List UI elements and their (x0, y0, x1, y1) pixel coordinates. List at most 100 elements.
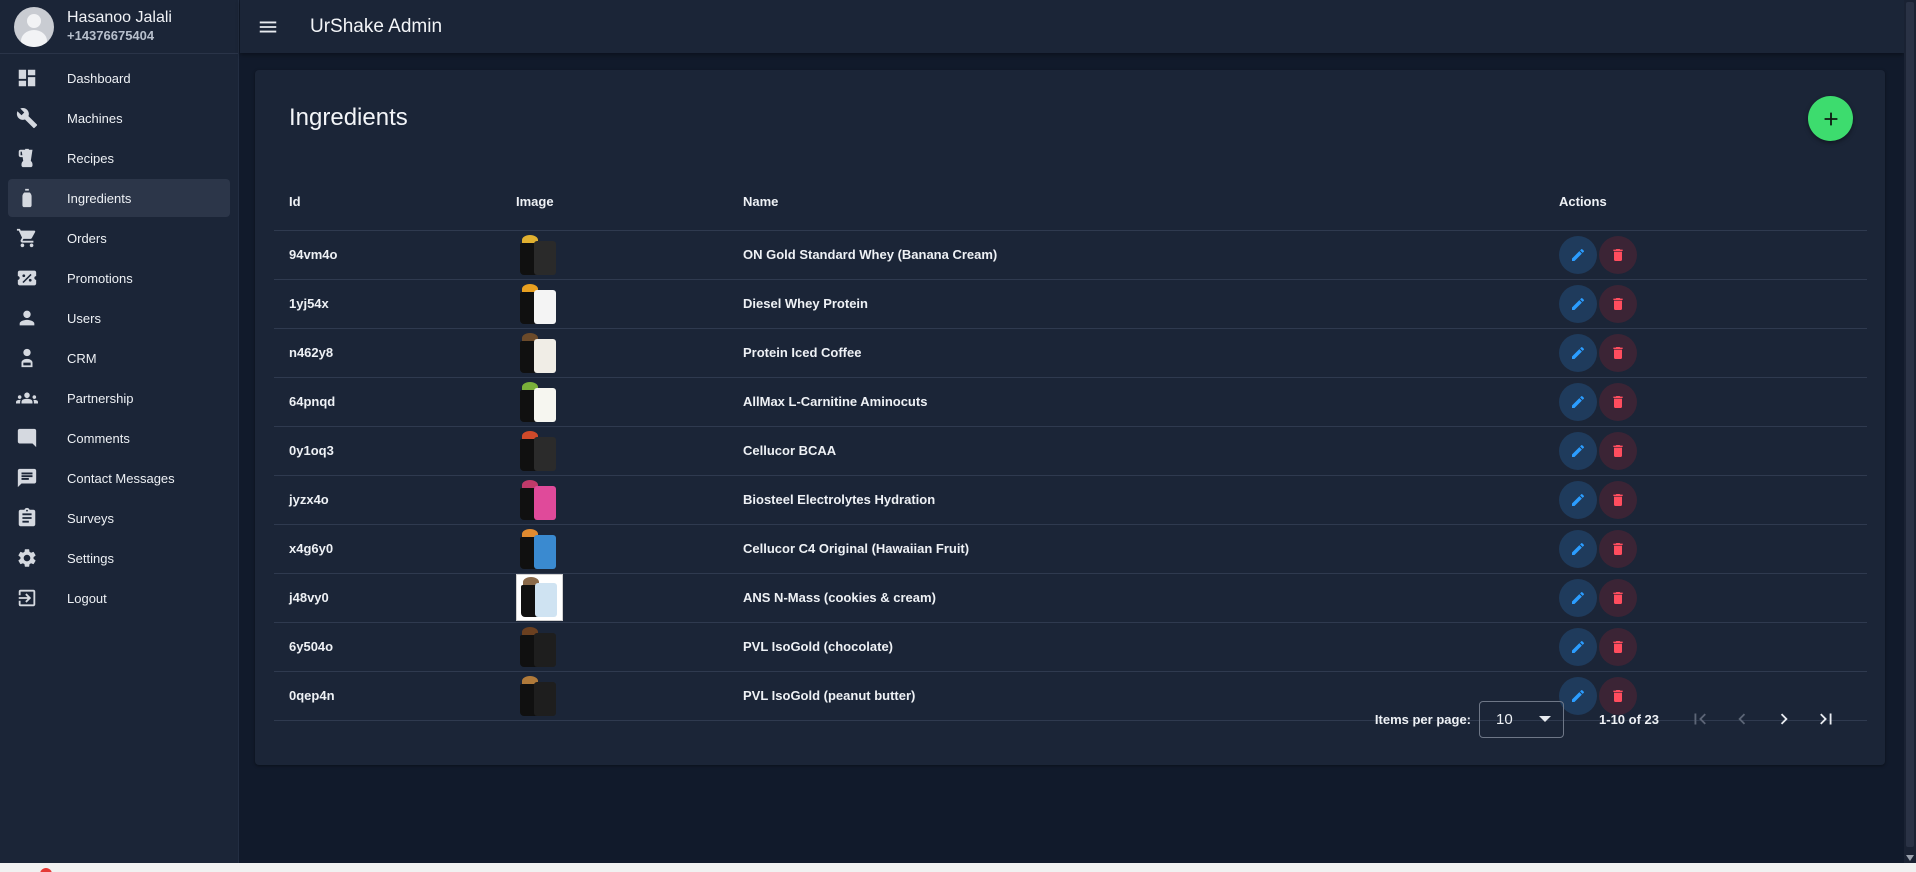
edit-button[interactable] (1559, 431, 1597, 470)
wrench-icon (16, 107, 38, 129)
delete-button[interactable] (1599, 578, 1637, 617)
sidebar-item-comments[interactable]: Comments (8, 419, 230, 457)
cell-name: Diesel Whey Protein (728, 279, 1544, 329)
delete-button[interactable] (1599, 382, 1637, 421)
ingredient-thumbnail (516, 674, 560, 718)
last-page-icon (1820, 713, 1832, 725)
edit-button[interactable] (1559, 382, 1597, 421)
cell-actions (1544, 475, 1867, 525)
previous-page-button[interactable] (1721, 700, 1763, 738)
sidebar-item-contact-messages[interactable]: Contact Messages (8, 459, 230, 497)
person-icon (16, 307, 38, 329)
sidebar-item-ingredients[interactable]: Ingredients (8, 179, 230, 217)
edit-button[interactable] (1559, 333, 1597, 372)
clipboard-icon (16, 507, 38, 529)
sidebar-item-label: Partnership (67, 390, 134, 406)
delete-button[interactable] (1599, 333, 1637, 372)
sidebar-item-surveys[interactable]: Surveys (8, 499, 230, 537)
column-header-image: Image (501, 174, 728, 231)
column-header-id[interactable]: Id (274, 174, 501, 231)
sidebar-item-crm[interactable]: CRM (8, 339, 230, 377)
scroll-down-arrow-icon[interactable] (1906, 855, 1914, 861)
trash-icon (1613, 493, 1623, 506)
ingredient-thumbnail (516, 233, 560, 277)
ingredient-thumbnail (516, 625, 560, 669)
delete-button[interactable] (1599, 431, 1637, 470)
first-page-icon (1694, 713, 1706, 725)
ingredient-thumbnail (516, 478, 560, 522)
crm-icon (16, 347, 38, 369)
cell-image (501, 377, 728, 427)
first-page-button[interactable] (1679, 700, 1721, 738)
sidebar-item-promotions[interactable]: Promotions (8, 259, 230, 297)
items-per-page-value: 10 (1496, 710, 1513, 728)
chevron-left-icon (1738, 713, 1746, 725)
sidebar-item-label: CRM (67, 350, 97, 366)
delete-button[interactable] (1599, 284, 1637, 323)
sidebar-item-label: Users (67, 310, 101, 326)
sidebar-item-recipes[interactable]: Recipes (8, 139, 230, 177)
cell-id: 94vm4o (274, 230, 501, 280)
edit-button[interactable] (1559, 284, 1597, 323)
cell-actions (1544, 573, 1867, 623)
edit-button[interactable] (1559, 529, 1597, 568)
vertical-scrollbar[interactable] (1904, 0, 1916, 863)
cell-image (501, 622, 728, 672)
edit-button[interactable] (1559, 627, 1597, 666)
sidebar-item-label: Orders (67, 230, 107, 246)
sidebar-item-machines[interactable]: Machines (8, 99, 230, 137)
sidebar-item-settings[interactable]: Settings (8, 539, 230, 577)
add-ingredient-button[interactable] (1808, 96, 1853, 141)
table-row: 6y504o PVL IsoGold (chocolate) (274, 622, 1867, 672)
sidebar-item-orders[interactable]: Orders (8, 219, 230, 257)
menu-toggle-button[interactable] (256, 15, 280, 39)
pencil-icon (1572, 493, 1585, 506)
trash-icon (1613, 395, 1623, 408)
sidebar-item-users[interactable]: Users (8, 299, 230, 337)
page-range: 1-10 of 23 (1599, 711, 1659, 727)
cell-actions (1544, 622, 1867, 672)
app-title: UrShake Admin (310, 15, 443, 37)
cell-name: Protein Iced Coffee (728, 328, 1544, 378)
cell-image (501, 230, 728, 280)
cell-image (501, 573, 728, 623)
trash-icon (1613, 346, 1623, 359)
scrollbar-thumb[interactable] (1906, 2, 1914, 847)
cell-id: 0y1oq3 (274, 426, 501, 476)
sidebar-item-dashboard[interactable]: Dashboard (8, 59, 230, 97)
items-per-page-label: Items per page: (1374, 711, 1472, 727)
edit-button[interactable] (1559, 578, 1597, 617)
column-header-name[interactable]: Name (728, 174, 1544, 231)
sidebar-item-partnership[interactable]: Partnership (8, 379, 230, 417)
table-row: j48vy0 ANS N-Mass (cookies & cream) (274, 573, 1867, 623)
last-page-button[interactable] (1805, 700, 1847, 738)
cell-actions (1544, 279, 1867, 329)
cell-name: ON Gold Standard Whey (Banana Cream) (728, 230, 1544, 280)
delete-button[interactable] (1599, 235, 1637, 274)
dashboard-icon (16, 67, 38, 89)
items-per-page-select[interactable]: 10 (1479, 700, 1565, 738)
ingredient-thumbnail (516, 331, 560, 375)
sidebar-item-logout[interactable]: Logout (8, 579, 230, 617)
message-icon (16, 467, 38, 489)
delete-button[interactable] (1599, 627, 1637, 666)
ingredient-thumbnail (516, 527, 560, 571)
table-row: 1yj54x Diesel Whey Protein (274, 279, 1867, 329)
cell-id: jyzx4o (274, 475, 501, 525)
edit-button[interactable] (1559, 235, 1597, 274)
status-dot (40, 868, 52, 872)
sidebar-item-label: Dashboard (67, 70, 131, 86)
edit-button[interactable] (1559, 480, 1597, 519)
table-row: 64pnqd AllMax L-Carnitine Aminocuts (274, 377, 1867, 427)
next-page-button[interactable] (1763, 700, 1805, 738)
cell-actions (1544, 377, 1867, 427)
delete-button[interactable] (1599, 529, 1637, 568)
bottom-strip (0, 863, 1916, 872)
cart-icon (16, 227, 38, 249)
cell-image (501, 328, 728, 378)
delete-button[interactable] (1599, 480, 1637, 519)
cell-id: 64pnqd (274, 377, 501, 427)
sidebar-item-label: Comments (67, 430, 130, 446)
pencil-icon (1572, 297, 1585, 310)
table-row: n462y8 Protein Iced Coffee (274, 328, 1867, 378)
